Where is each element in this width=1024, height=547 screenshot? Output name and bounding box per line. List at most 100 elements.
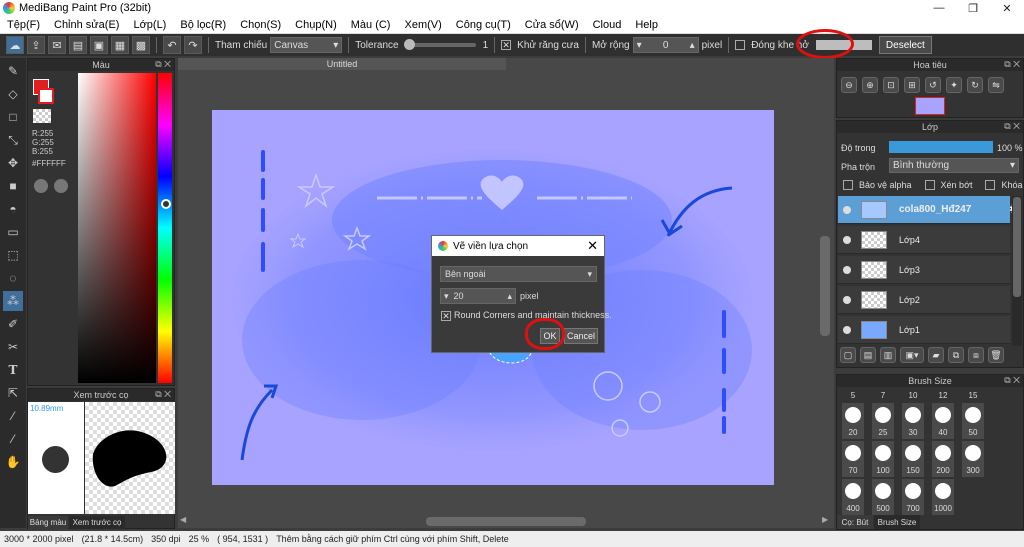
stroke-mode-select[interactable]: Bên ngoài ▾ <box>440 266 597 282</box>
menu-window[interactable]: Cửa sổ(W) <box>518 19 586 31</box>
opacity-slider[interactable] <box>889 141 993 153</box>
tiles-icon[interactable]: ▩ <box>132 36 150 54</box>
actual-size-icon[interactable]: ⊞ <box>904 77 920 93</box>
new-halftone-layer-icon[interactable]: ▤ <box>860 347 876 363</box>
bucket-tool-icon[interactable]: ◓ <box>3 199 23 219</box>
text-tool-icon[interactable]: T <box>3 360 23 380</box>
hue-slider[interactable] <box>158 73 172 383</box>
tab-brush-size[interactable]: Brush Size <box>874 515 920 529</box>
page-icon[interactable]: ▣ <box>90 36 108 54</box>
zoom-out-icon[interactable]: ⊖ <box>841 77 857 93</box>
folder-icon[interactable]: ▰ <box>928 347 944 363</box>
lasso-tool-icon[interactable]: ◌ <box>3 268 23 288</box>
brush-size-option[interactable]: 40 <box>932 403 954 439</box>
palette2-icon[interactable] <box>54 179 68 193</box>
visibility-icon[interactable] <box>843 265 851 274</box>
stroke-width-stepper[interactable]: ▾ 20 ▴ <box>440 288 516 304</box>
menu-cloud[interactable]: Cloud <box>586 19 629 31</box>
grid-icon[interactable]: ▦ <box>111 36 129 54</box>
layer-scrollbar[interactable] <box>1012 196 1022 346</box>
menu-file[interactable]: Tệp(F) <box>0 19 47 31</box>
chevron-up-icon[interactable]: ▴ <box>507 291 512 302</box>
tab-color-palette[interactable]: Bảng màu <box>28 516 68 529</box>
vertical-scrollbar[interactable] <box>820 236 830 336</box>
panel-controls-icon[interactable]: ⧉ ✕ <box>1004 375 1020 386</box>
flip-icon[interactable]: ⇋ <box>988 77 1004 93</box>
maximize-icon[interactable]: ❐ <box>956 0 990 16</box>
brush-size-option[interactable]: 700 <box>902 479 924 515</box>
menu-select[interactable]: Chọn(S) <box>233 19 288 31</box>
eyedropper2-tool-icon[interactable]: ⁄ <box>3 429 23 449</box>
menu-color[interactable]: Màu (C) <box>344 19 398 31</box>
blend-mode-select[interactable]: Bình thường ▾ <box>889 158 1019 173</box>
palette-icon[interactable] <box>34 179 48 193</box>
navigator-thumbnail[interactable] <box>915 97 945 115</box>
panel-controls-icon[interactable]: ⧉ ✕ <box>1004 59 1020 70</box>
panel-controls-icon[interactable]: ⧉ ✕ <box>1004 121 1020 132</box>
select-eraser-tool-icon[interactable]: ✂ <box>3 337 23 357</box>
color-field[interactable] <box>78 73 156 383</box>
eraser-tool-icon[interactable]: ◇ <box>3 84 23 104</box>
operation-tool-icon[interactable]: ⇱ <box>3 383 23 403</box>
eyedropper-tool-icon[interactable]: ⁄ <box>3 406 23 426</box>
clipping-checkbox[interactable] <box>924 180 935 190</box>
layer-row[interactable]: Lớp3 <box>838 256 1010 284</box>
new-8bit-layer-icon[interactable]: ▥ <box>880 347 896 363</box>
hue-knob[interactable] <box>161 199 171 209</box>
share-icon[interactable]: ⇪ <box>27 36 45 54</box>
add-layer-menu-icon[interactable]: ▣▾ <box>900 347 924 363</box>
brush-size-option[interactable]: 1000 <box>932 479 954 515</box>
menu-filter[interactable]: Bộ lọc(R) <box>173 19 233 31</box>
rectangle-tool-icon[interactable]: □ <box>3 107 23 127</box>
brush-tool-icon[interactable]: ✎ <box>3 61 23 81</box>
delete-icon[interactable]: 🗑 <box>988 347 1004 363</box>
lock-checkbox[interactable] <box>985 180 996 190</box>
layer-row[interactable]: Lớp1 <box>838 316 1010 344</box>
horizontal-scrollbar[interactable] <box>426 517 586 526</box>
brush-size-option[interactable]: 30 <box>902 403 924 439</box>
zoom-in-icon[interactable]: ⊕ <box>862 77 878 93</box>
deselect-button[interactable]: Deselect <box>878 36 932 54</box>
brush-size-option[interactable]: 20 <box>842 403 864 439</box>
close-gap-checkbox[interactable] <box>735 40 746 50</box>
brush-size-option[interactable]: 70 <box>842 441 864 477</box>
round-corners-checkbox[interactable]: ✕ <box>441 311 451 321</box>
tab-brush-preview[interactable]: Xem trước cọ <box>69 516 125 529</box>
antialias-checkbox[interactable]: ✕ <box>501 40 512 50</box>
brush-size-option[interactable]: 150 <box>902 441 924 477</box>
minimize-icon[interactable]: — <box>922 0 956 16</box>
comment-icon[interactable]: ✉ <box>48 36 66 54</box>
gradient-tool-icon[interactable]: ▭ <box>3 222 23 242</box>
dot-tool-icon[interactable]: ⤡ <box>3 130 23 150</box>
redo-icon[interactable]: ↷ <box>184 36 202 54</box>
secondary-color-swatch[interactable] <box>38 88 54 104</box>
magic-wand-tool-icon[interactable]: ⁂ <box>3 291 23 311</box>
brush-size-option[interactable]: 400 <box>842 479 864 515</box>
slider-knob[interactable] <box>403 39 415 50</box>
protect-alpha-checkbox[interactable] <box>843 180 853 190</box>
center-icon[interactable]: ✦ <box>946 77 962 93</box>
visibility-icon[interactable] <box>843 325 851 334</box>
menu-view[interactable]: Xem(V) <box>397 19 448 31</box>
panel-icon[interactable]: ▤ <box>69 36 87 54</box>
menu-layer[interactable]: Lớp(L) <box>126 19 173 31</box>
select-rect-tool-icon[interactable]: ⬚ <box>3 245 23 265</box>
transparent-swatch[interactable] <box>33 109 51 123</box>
undo-icon[interactable]: ↶ <box>163 36 181 54</box>
fit-icon[interactable]: ⊡ <box>883 77 899 93</box>
close-icon[interactable]: ✕ <box>587 238 598 254</box>
brush-size-option[interactable]: 200 <box>932 441 954 477</box>
cancel-button[interactable]: Cancel <box>564 328 598 344</box>
menu-capture[interactable]: Chụp(N) <box>288 19 344 31</box>
scroll-thumb[interactable] <box>1013 197 1021 297</box>
tolerance-slider[interactable] <box>403 39 476 50</box>
rotate-right-icon[interactable]: ↻ <box>967 77 983 93</box>
move-tool-icon[interactable]: ✥ <box>3 153 23 173</box>
brush-size-option[interactable]: 50 <box>962 403 984 439</box>
scroll-right-icon[interactable]: ▶ <box>822 515 828 524</box>
layer-row[interactable]: cola800_Hđ247 ⚙ <box>838 196 1022 224</box>
brush-size-option[interactable]: 300 <box>962 441 984 477</box>
close-icon[interactable]: ✕ <box>990 0 1024 16</box>
visibility-icon[interactable] <box>843 205 851 214</box>
menu-tools[interactable]: Công cụ(T) <box>449 19 518 31</box>
